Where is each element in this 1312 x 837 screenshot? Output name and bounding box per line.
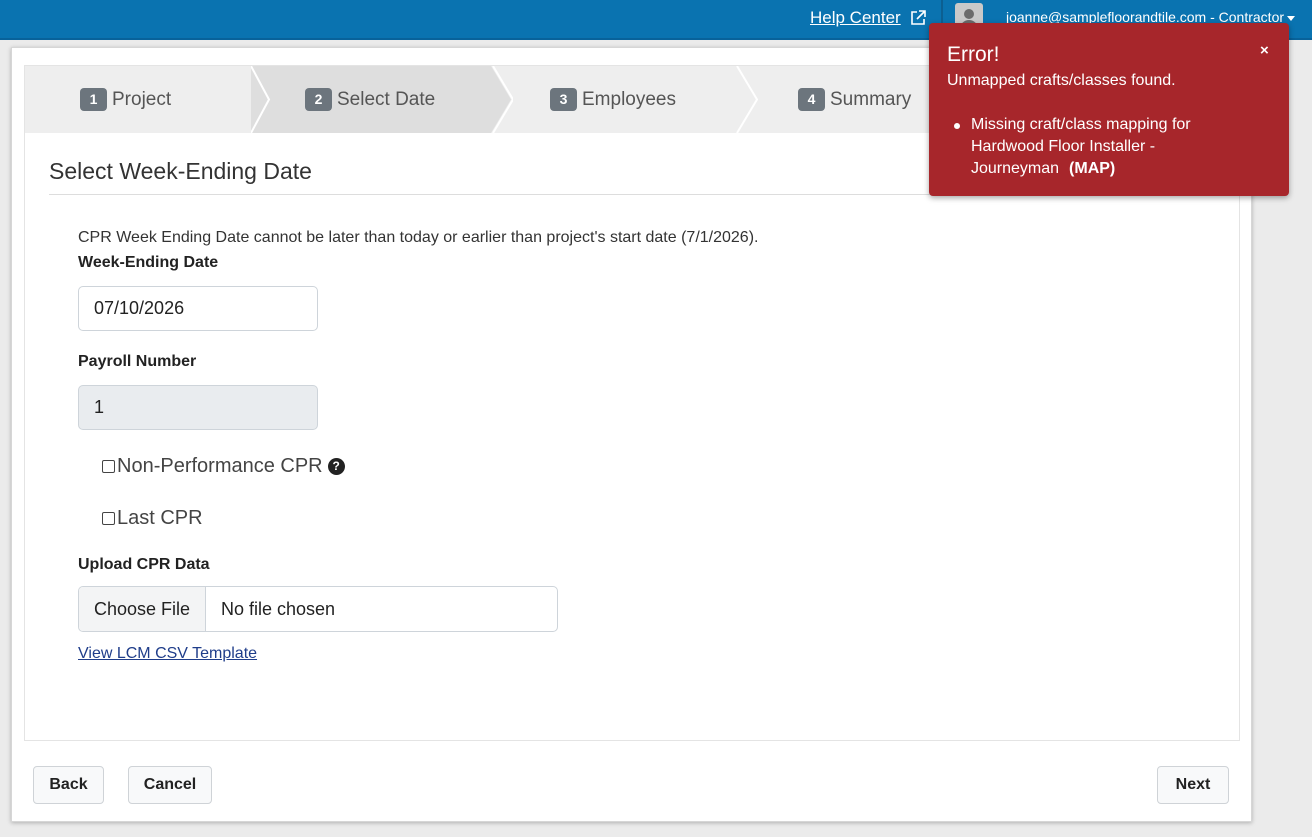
step-number-badge: 2 <box>305 88 332 111</box>
caret-down-icon <box>1287 15 1296 21</box>
avatar-head-shape <box>964 9 974 19</box>
step-divider-chevron <box>736 66 759 133</box>
upload-cpr-label: Upload CPR Data <box>78 556 210 573</box>
step-label: Summary <box>830 88 912 110</box>
step-summary[interactable]: 4 Summary <box>798 66 911 133</box>
step-number-badge: 3 <box>550 88 577 111</box>
non-performance-label: Non-Performance CPR <box>117 455 323 477</box>
step-label: Select Date <box>337 88 436 110</box>
help-center-label: Help Center <box>810 8 901 27</box>
step-label: Employees <box>582 88 676 110</box>
cancel-button[interactable]: Cancel <box>128 766 212 804</box>
toast-error-list: Missing craft/class mapping for Hardwood… <box>954 114 1261 180</box>
step-divider-chevron <box>251 66 273 133</box>
non-performance-cpr-option[interactable]: Non-Performance CPR ? <box>102 455 345 478</box>
external-link-icon <box>910 10 926 25</box>
close-icon[interactable]: × <box>1260 42 1269 59</box>
date-help-text: CPR Week Ending Date cannot be later tha… <box>78 229 759 246</box>
step-number-badge: 1 <box>80 88 107 111</box>
next-button[interactable]: Next <box>1157 766 1229 804</box>
question-circle-icon[interactable]: ? <box>327 458 345 475</box>
help-center-link[interactable]: Help Center <box>810 8 927 28</box>
last-cpr-checkbox[interactable] <box>102 512 115 525</box>
choose-file-button[interactable]: Choose File <box>79 587 206 631</box>
error-toast: Error! × Unmapped crafts/classes found. … <box>929 23 1289 196</box>
payroll-number-label: Payroll Number <box>78 353 197 370</box>
step-label: Project <box>112 88 172 110</box>
last-cpr-option[interactable]: Last CPR <box>102 507 203 530</box>
file-status-text: No file chosen <box>221 598 336 619</box>
map-craft-link[interactable]: (MAP) <box>1069 160 1115 177</box>
step-project[interactable]: 1 Project <box>80 66 171 133</box>
toast-message: Unmapped crafts/classes found. <box>947 72 1176 89</box>
back-button[interactable]: Back <box>33 766 104 804</box>
last-cpr-label: Last CPR <box>117 507 203 529</box>
payroll-number-input <box>78 385 318 430</box>
step-employees[interactable]: 3 Employees <box>550 66 676 133</box>
week-ending-date-input[interactable] <box>78 286 318 331</box>
csv-template-link[interactable]: View LCM CSV Template <box>78 645 257 663</box>
section-title: Select Week-Ending Date <box>49 158 312 184</box>
week-ending-label: Week-Ending Date <box>78 254 219 271</box>
step-select-date[interactable]: 2 Select Date <box>305 66 435 133</box>
toast-error-item: Missing craft/class mapping for Hardwood… <box>954 114 1261 180</box>
step-divider-chevron <box>491 66 513 133</box>
cpr-file-input[interactable]: Choose File No file chosen <box>78 586 558 632</box>
non-performance-checkbox[interactable] <box>102 460 115 473</box>
toast-title: Error! <box>947 43 1000 66</box>
step-number-badge: 4 <box>798 88 825 111</box>
